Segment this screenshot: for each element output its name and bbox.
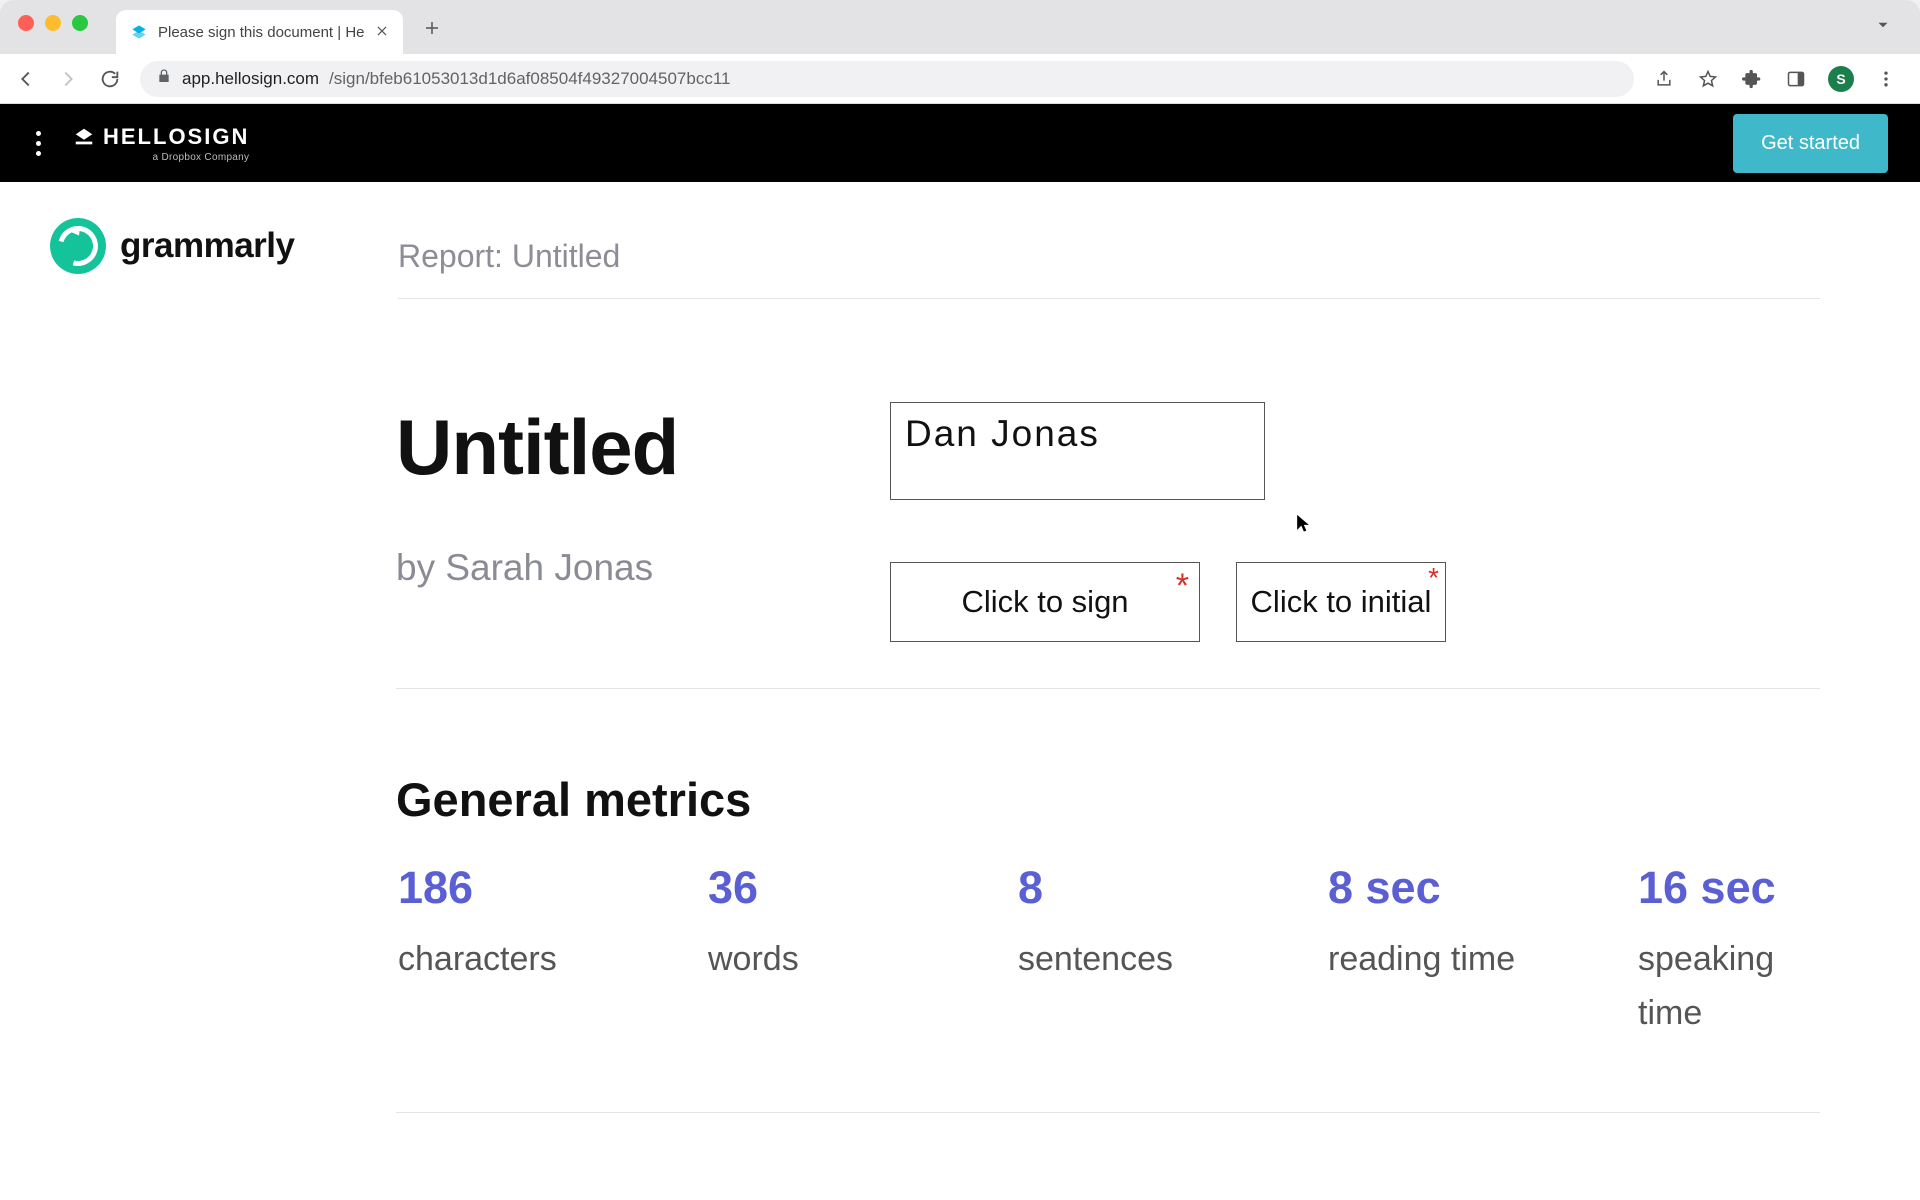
divider: [396, 1112, 1820, 1113]
grammarly-logo-icon: [50, 218, 106, 274]
report-breadcrumb: Report: Untitled: [398, 238, 620, 275]
metric-reading-time: 8 sec reading time: [1328, 862, 1638, 1041]
get-started-button[interactable]: Get started: [1733, 114, 1888, 173]
nav-forward-button[interactable]: [56, 67, 80, 91]
window-close-button[interactable]: [18, 15, 34, 31]
metric-label: reading time: [1328, 932, 1638, 986]
click-to-initial-field[interactable]: Click to initial *: [1236, 562, 1446, 642]
metric-words: 36 words: [708, 862, 1018, 1041]
kebab-menu-icon[interactable]: [1874, 67, 1898, 91]
metric-value: 36: [708, 862, 1018, 914]
grammarly-brand: grammarly: [50, 218, 294, 274]
side-panel-icon[interactable]: [1784, 67, 1808, 91]
required-asterisk-icon: *: [1428, 564, 1439, 592]
window-zoom-button[interactable]: [72, 15, 88, 31]
metrics-grid: 186 characters 36 words 8 sentences 8 se…: [398, 862, 1820, 1041]
lock-icon: [156, 68, 172, 89]
window-tab-bar: Please sign this document | He: [0, 0, 1920, 54]
metric-value: 16 sec: [1638, 862, 1820, 914]
nav-back-button[interactable]: [14, 67, 38, 91]
hamburger-menu-button[interactable]: [32, 127, 45, 160]
hellosign-mark-icon: [73, 126, 95, 148]
url-path: /sign/bfeb61053013d1d6af08504f4932700450…: [329, 69, 730, 89]
sign-label: Click to sign: [961, 584, 1128, 620]
brand-name: HELLOSIGN: [103, 124, 249, 150]
metrics-heading: General metrics: [396, 772, 751, 827]
mouse-cursor-icon: [1296, 514, 1310, 534]
metric-label: speaking time: [1638, 932, 1820, 1041]
report-title: Untitled: [512, 238, 621, 274]
brand-logo[interactable]: HELLOSIGN a Dropbox Company: [73, 124, 249, 163]
metric-characters: 186 characters: [398, 862, 708, 1041]
brand-subtitle: a Dropbox Company: [73, 152, 249, 163]
address-bar[interactable]: app.hellosign.com/sign/bfeb61053013d1d6a…: [140, 61, 1634, 97]
metric-value: 186: [398, 862, 708, 914]
metric-label: characters: [398, 932, 708, 986]
browser-toolbar: app.hellosign.com/sign/bfeb61053013d1d6a…: [0, 54, 1920, 104]
app-header: HELLOSIGN a Dropbox Company Get started: [0, 104, 1920, 182]
window-minimize-button[interactable]: [45, 15, 61, 31]
metric-label: words: [708, 932, 1018, 986]
metric-value: 8 sec: [1328, 862, 1638, 914]
click-to-sign-field[interactable]: Click to sign *: [890, 562, 1200, 642]
signer-name-field[interactable]: Dan Jonas: [890, 402, 1265, 500]
nav-reload-button[interactable]: [98, 67, 122, 91]
metric-speaking-time: 16 sec speaking time: [1638, 862, 1820, 1041]
tab-overflow-button[interactable]: [1874, 16, 1892, 39]
bookmark-star-icon[interactable]: [1696, 67, 1720, 91]
window-traffic-lights: [18, 15, 88, 31]
url-origin: app.hellosign.com: [182, 69, 319, 89]
document-surface: grammarly Report: Untitled Untitled by S…: [0, 182, 1920, 1200]
initial-label: Click to initial: [1251, 584, 1432, 620]
required-asterisk-icon: *: [1176, 569, 1189, 603]
tab-title: Please sign this document | He: [158, 24, 365, 41]
grammarly-wordmark: grammarly: [120, 226, 294, 266]
metric-sentences: 8 sentences: [1018, 862, 1328, 1041]
metric-value: 8: [1018, 862, 1328, 914]
share-icon[interactable]: [1652, 67, 1676, 91]
report-prefix: Report:: [398, 238, 512, 274]
extensions-icon[interactable]: [1740, 67, 1764, 91]
hellosign-favicon-icon: [130, 23, 148, 41]
toolbar-actions: S: [1652, 66, 1906, 92]
metric-label: sentences: [1018, 932, 1328, 986]
tab-close-button[interactable]: [375, 23, 389, 41]
profile-avatar[interactable]: S: [1828, 66, 1854, 92]
divider: [398, 298, 1820, 299]
divider: [396, 688, 1820, 689]
new-tab-button[interactable]: [423, 16, 441, 44]
avatar-initial: S: [1836, 71, 1845, 87]
browser-tab-active[interactable]: Please sign this document | He: [116, 10, 403, 54]
signer-name-value: Dan Jonas: [905, 413, 1100, 454]
